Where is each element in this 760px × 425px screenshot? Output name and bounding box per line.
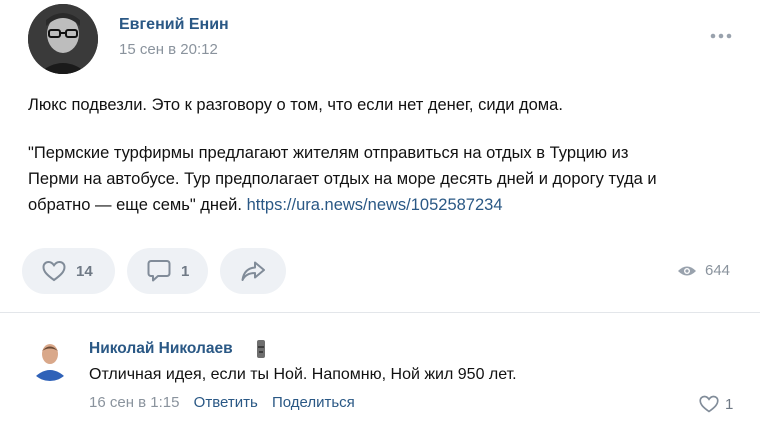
views-count: 644 xyxy=(705,262,731,279)
heart-icon xyxy=(42,260,66,282)
post-timestamp[interactable]: 15 сен в 20:12 xyxy=(119,41,218,58)
post-link[interactable]: https://ura.news/news/1052587234 xyxy=(247,196,503,214)
post-author-name[interactable]: Евгений Енин xyxy=(119,16,229,34)
comment-button[interactable]: 1 xyxy=(127,248,208,294)
post-text-fragment: обратно — еще семь" дней. xyxy=(28,196,247,214)
comment-text: Отличная идея, если ты Ной. Напомню, Ной… xyxy=(89,366,517,383)
comment-author-avatar[interactable] xyxy=(28,337,72,381)
post-text-line: Перми на автобусе. Тур предполагает отды… xyxy=(28,170,657,188)
comment-author-name[interactable]: Николай Николаев xyxy=(89,340,233,358)
comment-like-count: 1 xyxy=(725,395,734,413)
post-text-line: Люкс подвезли. Это к разговору о том, чт… xyxy=(28,96,563,114)
share-link[interactable]: Поделиться xyxy=(272,394,355,411)
eye-icon xyxy=(678,266,696,275)
like-button[interactable]: 14 xyxy=(22,248,115,294)
comment-like-button[interactable]: 1 xyxy=(698,394,733,414)
divider xyxy=(0,312,760,313)
comment-timestamp[interactable]: 16 сен в 1:15 xyxy=(89,394,179,411)
views-counter: 644 xyxy=(677,262,730,279)
comment-count: 1 xyxy=(181,262,190,280)
author-avatar[interactable] xyxy=(28,4,98,74)
like-count: 14 xyxy=(76,262,93,280)
share-button[interactable] xyxy=(220,248,286,294)
more-dots-icon[interactable] xyxy=(706,28,736,44)
post-text-line: обратно — еще семь" дней. https://ura.ne… xyxy=(28,192,743,218)
share-arrow-icon xyxy=(241,261,265,281)
post-text-line: "Пермские турфирмы предлагают жителям от… xyxy=(28,144,629,162)
heart-icon xyxy=(699,395,719,413)
comment-icon xyxy=(147,260,171,282)
reply-link[interactable]: Ответить xyxy=(194,394,258,411)
comment-meta: 16 сен в 1:15 Ответить Поделиться xyxy=(89,394,355,411)
moai-badge-icon xyxy=(254,339,268,364)
post-text: Люкс подвезли. Это к разговору о том, чт… xyxy=(28,92,743,218)
